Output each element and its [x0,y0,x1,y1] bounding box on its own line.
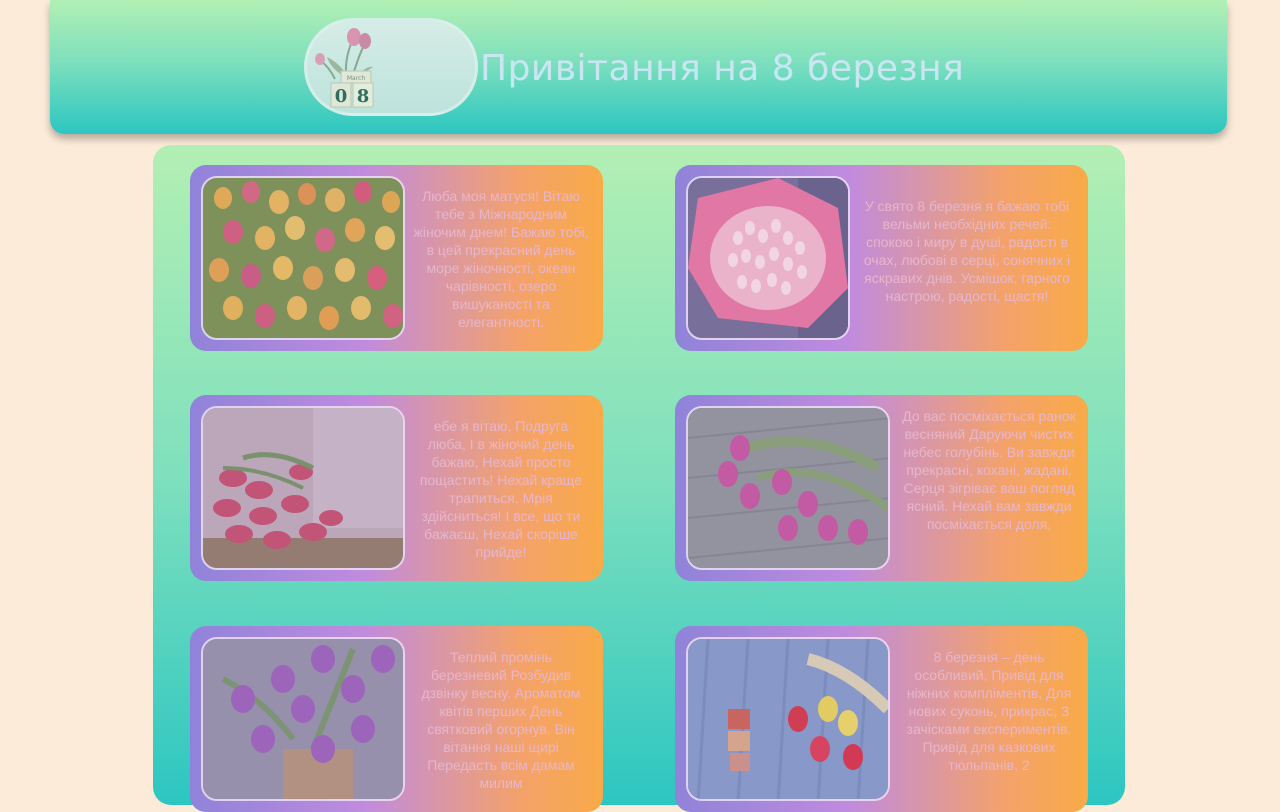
greeting-text: 8 березня – день особливий, Привід для н… [906,649,1072,773]
greeting-text: ебе я вітаю, Подруга люба, І в жіночий д… [419,418,583,560]
header-logo-image: March 0 8 [304,18,478,116]
tulips-and-gifts-photo [686,637,890,801]
calendar-tulip-illustration: March 0 8 [315,28,374,108]
greeting-text: У свято 8 березня я бажаю тобі вельми не… [863,198,1071,304]
greeting-card[interactable]: 8 березня – день особливий, Привід для н… [675,626,1088,812]
red-tulips-photo [201,406,405,570]
greeting-card[interactable]: У свято 8 березня я бажаю тобі вельми не… [675,165,1088,351]
greeting-card[interactable]: До вас посміхається ранок весняний Дарую… [675,395,1088,581]
calendar-month-label: March [347,75,365,82]
tulip-field-photo [201,176,405,340]
greeting-text: Люба моя матуся! Вітаю тебе з Міжнародни… [413,188,589,330]
pink-bouquet-photo [686,176,850,340]
violet-tulips-photo [201,637,405,801]
page-title: Привітання на 8 березня [480,48,965,89]
page-header: March 0 8 Привітання на 8 березня [50,0,1227,134]
greeting-text: Теплий промінь березневий Розбудив дзвін… [421,649,581,791]
svg-text:8: 8 [357,86,370,107]
greeting-card[interactable]: ебе я вітаю, Подруга люба, І в жіночий д… [190,395,603,581]
greeting-card[interactable]: Люба моя матуся! Вітаю тебе з Міжнародни… [190,165,603,351]
purple-tulips-on-wood-photo [686,406,890,570]
greeting-card[interactable]: Теплий промінь березневий Розбудив дзвін… [190,626,603,812]
svg-text:0: 0 [335,86,348,107]
greeting-text: До вас посміхається ранок весняний Дарую… [902,408,1076,532]
